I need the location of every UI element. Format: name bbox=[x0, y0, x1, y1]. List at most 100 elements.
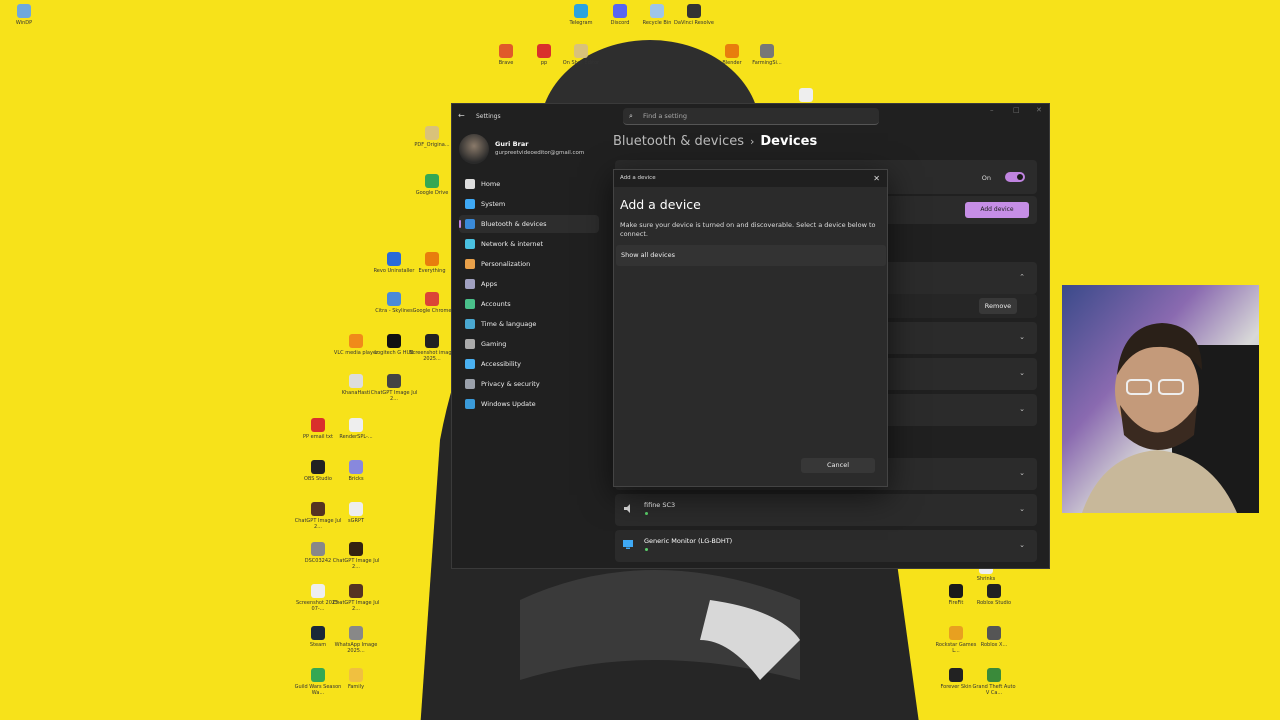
desktop-icon[interactable]: ChatGPT Image Jul 2... bbox=[370, 374, 418, 402]
app-icon bbox=[799, 88, 813, 102]
minimize-icon[interactable]: – bbox=[990, 106, 994, 114]
sidebar-item-system[interactable]: System bbox=[459, 195, 599, 213]
desktop-icon[interactable]: Grand Theft Auto V Ca... bbox=[970, 668, 1018, 696]
desktop-icon[interactable]: Roblox X... bbox=[970, 626, 1018, 648]
app-icon bbox=[987, 626, 1001, 640]
avatar[interactable] bbox=[459, 134, 489, 164]
desktop-icon[interactable]: WinDP bbox=[0, 4, 48, 26]
app-icon bbox=[311, 460, 325, 474]
gamepad-icon bbox=[465, 339, 475, 349]
bluetooth-toggle[interactable] bbox=[1005, 172, 1025, 182]
sidebar-item-gaming[interactable]: Gaming bbox=[459, 335, 599, 353]
desktop-icon[interactable]: Google Drive bbox=[408, 174, 456, 196]
close-window-icon[interactable]: ✕ bbox=[1036, 106, 1042, 114]
desktop-icon-label: Google Chrome bbox=[412, 308, 452, 314]
chevron-down-icon[interactable]: ⌄ bbox=[1019, 541, 1025, 549]
desktop-icon[interactable]: Bricks bbox=[332, 460, 380, 482]
desktop-icon[interactable]: DaVinci Resolve bbox=[670, 4, 718, 26]
chevron-down-icon[interactable]: ⌄ bbox=[1019, 369, 1025, 377]
desktop-icon-label: Discord bbox=[610, 20, 630, 26]
monitor-icon bbox=[465, 199, 475, 209]
desktop-icon-label: Roblox Studio bbox=[976, 600, 1012, 606]
desktop-icon[interactable]: ChatGPT Image Jul 2... bbox=[332, 542, 380, 570]
desktop-icon[interactable]: Family bbox=[332, 668, 380, 690]
desktop-icon-label: ChatGPT Image Jul 2... bbox=[332, 558, 380, 570]
connected-status-icon bbox=[645, 512, 648, 515]
sidebar-item-bluetooth-devices[interactable]: Bluetooth & devices bbox=[459, 215, 599, 233]
app-icon bbox=[311, 626, 325, 640]
add-device-button[interactable]: Add device bbox=[965, 202, 1029, 218]
desktop-icon-label: WinDP bbox=[15, 20, 33, 26]
sidebar-item-windows-update[interactable]: Windows Update bbox=[459, 395, 599, 413]
app-icon bbox=[311, 584, 325, 598]
app-icon bbox=[387, 374, 401, 388]
desktop-icon-label: DaVinci Resolve bbox=[674, 20, 714, 26]
desktop-icon-label: FarmingSi... bbox=[752, 60, 782, 66]
desktop-icon[interactable]: Screenshot image 2025... bbox=[408, 334, 456, 362]
profile-email: gurpreetvideoeditor@gmail.com bbox=[495, 150, 585, 156]
app-icon bbox=[949, 626, 963, 640]
desktop-icon[interactable]: Roblox Studio bbox=[970, 584, 1018, 606]
remove-button[interactable]: Remove bbox=[979, 298, 1017, 314]
chevron-down-icon[interactable]: ⌄ bbox=[1019, 405, 1025, 413]
app-icon bbox=[311, 502, 325, 516]
monitor-icon bbox=[623, 540, 633, 549]
webcam-overlay bbox=[1062, 285, 1259, 513]
search-input[interactable]: ⌕ Find a setting bbox=[623, 108, 879, 125]
sidebar-item-personalization[interactable]: Personalization bbox=[459, 255, 599, 273]
desktop-icon[interactable]: FarmingSi... bbox=[743, 44, 791, 66]
desktop-icon-label: Forever Skin bbox=[940, 684, 972, 690]
maximize-icon[interactable]: □ bbox=[1013, 106, 1020, 114]
desktop-icon-label: PP email txt bbox=[303, 434, 333, 440]
chevron-up-icon[interactable]: ⌃ bbox=[1019, 273, 1025, 281]
sidebar-item-time-language[interactable]: Time & language bbox=[459, 315, 599, 333]
sidebar-item-home[interactable]: Home bbox=[459, 175, 599, 193]
app-icon bbox=[349, 626, 363, 640]
sidebar-item-apps[interactable]: Apps bbox=[459, 275, 599, 293]
update-icon bbox=[465, 399, 475, 409]
page-title: Devices bbox=[760, 134, 818, 149]
sidebar-item-accessibility[interactable]: Accessibility bbox=[459, 355, 599, 373]
show-all-devices-option[interactable]: Show all devices bbox=[616, 245, 886, 266]
desktop-icon[interactable]: PDF_Origina... bbox=[408, 126, 456, 148]
app-icon bbox=[425, 126, 439, 140]
sidebar-item-privacy-security[interactable]: Privacy & security bbox=[459, 375, 599, 393]
chevron-down-icon[interactable]: ⌄ bbox=[1019, 505, 1025, 513]
brush-icon bbox=[465, 259, 475, 269]
app-icon bbox=[349, 668, 363, 682]
chevron-down-icon[interactable]: ⌄ bbox=[1019, 469, 1025, 477]
app-icon bbox=[949, 584, 963, 598]
device-card-monitor[interactable]: Generic Monitor (LG-BDHT) ⌄ bbox=[615, 530, 1037, 562]
app-icon bbox=[349, 542, 363, 556]
app-icon bbox=[349, 334, 363, 348]
dialog-heading: Add a device bbox=[620, 197, 701, 212]
sidebar-item-accounts[interactable]: Accounts bbox=[459, 295, 599, 313]
desktop-icon-label: Steam bbox=[309, 642, 327, 648]
desktop-icon[interactable]: Everything bbox=[408, 252, 456, 274]
sidebar-item-label: Accounts bbox=[481, 300, 511, 308]
app-icon bbox=[725, 44, 739, 58]
desktop-icon[interactable]: Google Chrome bbox=[408, 292, 456, 314]
desktop-icon-label: Google Drive bbox=[415, 190, 449, 196]
chevron-down-icon[interactable]: ⌄ bbox=[1019, 333, 1025, 341]
back-arrow-icon[interactable]: ← bbox=[458, 111, 465, 120]
app-icon bbox=[425, 292, 439, 306]
cancel-button[interactable]: Cancel bbox=[801, 458, 875, 473]
sidebar-item-network-internet[interactable]: Network & internet bbox=[459, 235, 599, 253]
app-icon bbox=[425, 174, 439, 188]
app-icon bbox=[311, 668, 325, 682]
desktop-icon[interactable]: ChatGPT Image Jul 2... bbox=[332, 584, 380, 612]
device-card-fifine[interactable]: fifine SC3 ⌄ bbox=[615, 494, 1037, 526]
app-title: Settings bbox=[476, 113, 501, 120]
desktop-icon[interactable]: RenderSPL-... bbox=[332, 418, 380, 440]
desktop-icon[interactable]: WhatsApp Image 2025... bbox=[332, 626, 380, 654]
desktop-icon-label: sGRPT bbox=[347, 518, 365, 524]
desktop-icon[interactable]: sGRPT bbox=[332, 502, 380, 524]
sidebar-item-label: Bluetooth & devices bbox=[481, 220, 547, 228]
app-icon bbox=[499, 44, 513, 58]
close-icon[interactable]: ✕ bbox=[873, 170, 880, 187]
device-name: Generic Monitor (LG-BDHT) bbox=[644, 537, 733, 545]
desktop-icon[interactable]: On Shot Editor bbox=[557, 44, 605, 66]
app-icon bbox=[760, 44, 774, 58]
breadcrumb-parent[interactable]: Bluetooth & devices bbox=[613, 134, 744, 149]
